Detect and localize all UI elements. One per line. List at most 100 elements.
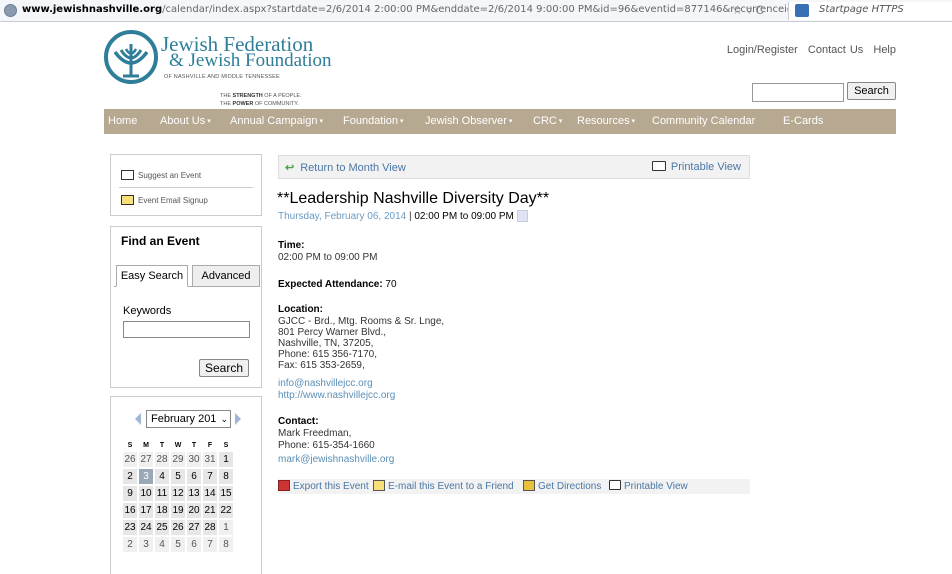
site-logo[interactable]: Jewish Federation & Jewish Foundation OF… — [104, 30, 344, 108]
calendar-day[interactable]: 6 — [187, 469, 201, 484]
export-icon — [278, 480, 290, 491]
nav-item-crc[interactable]: CRC ▾ — [533, 109, 562, 134]
calendar-day[interactable]: 1 — [219, 520, 233, 535]
return-to-month-link[interactable]: ↩ Return to Month View — [285, 161, 406, 174]
bookmark-icon[interactable]: ☆ ▿ C — [732, 3, 764, 17]
calendar-day[interactable]: 6 — [187, 537, 201, 552]
site-search-input[interactable] — [752, 83, 844, 102]
location-website-link[interactable]: http://www.nashvillejcc.org — [278, 390, 395, 401]
calendar-day[interactable]: 27 — [139, 452, 153, 467]
site-search-button[interactable]: Search — [847, 82, 896, 100]
calendar-day[interactable]: 23 — [123, 520, 137, 535]
calendar-day[interactable]: 20 — [187, 503, 201, 518]
mini-calendar: February 201 ⌄ S M T W T F S 26 27 28 29 30 31 1 2 3 4 5 6 7… — [110, 396, 262, 574]
calendar-day[interactable]: 12 — [171, 486, 185, 501]
main-nav: Home About Us ▾ Annual Campaign ▾ Foundation ▾… — [104, 109, 896, 134]
divider — [119, 187, 253, 188]
contact-line: Phone: 615-354-1660 — [278, 440, 375, 451]
nav-item-resources[interactable]: Resources ▾ — [577, 109, 635, 134]
printable-view-link[interactable]: Printable View — [609, 480, 688, 492]
help-link[interactable]: Help — [873, 44, 896, 56]
nav-item-about-us[interactable]: About Us ▾ — [160, 109, 211, 134]
calendar-day[interactable]: 5 — [171, 469, 185, 484]
calendar-day[interactable]: 22 — [219, 503, 233, 518]
location-email-link[interactable]: info@nashvillejcc.org — [278, 378, 373, 389]
location-line: 801 Percy Warner Blvd., — [278, 327, 387, 338]
event-toolbar: ↩ Return to Month View Printable View — [278, 155, 750, 179]
calendar-day[interactable]: 28 — [155, 452, 169, 467]
calendar-day[interactable]: 28 — [203, 520, 217, 535]
tab-advanced[interactable]: Advanced — [192, 265, 260, 287]
calendar-day[interactable]: 8 — [219, 469, 233, 484]
login-register-link[interactable]: Login/Register — [727, 44, 798, 56]
find-event-panel: Find an Event Easy Search Advanced Keywo… — [110, 226, 262, 388]
weekday-header: S — [127, 441, 133, 449]
calendar-day[interactable]: 17 — [139, 503, 153, 518]
event-date: Thursday, February 06, 2014 — [278, 211, 407, 222]
email-friend-link[interactable]: E-mail this Event to a Friend — [373, 480, 514, 492]
contact-label: Contact: — [278, 416, 319, 427]
calendar-day[interactable]: 25 — [155, 520, 169, 535]
calendar-day[interactable]: 16 — [123, 503, 137, 518]
calendar-day[interactable]: 21 — [203, 503, 217, 518]
calendar-day[interactable]: 27 — [187, 520, 201, 535]
calendar-day[interactable]: 31 — [203, 452, 217, 467]
nav-item-jewish-observer[interactable]: Jewish Observer ▾ — [425, 109, 512, 134]
calendar-day[interactable]: 3 — [139, 537, 153, 552]
calendar-day[interactable]: 26 — [171, 520, 185, 535]
prev-month-icon[interactable] — [135, 413, 141, 425]
calendar-day[interactable]: 11 — [155, 486, 169, 501]
keywords-input[interactable] — [123, 321, 250, 338]
calendar-day[interactable]: 26 — [123, 452, 137, 467]
event-search-button[interactable]: Search — [199, 359, 249, 377]
calendar-day[interactable]: 3 — [139, 469, 153, 484]
location-line: GJCC - Brd., Mtg. Rooms & Sr. Lnge, — [278, 316, 445, 327]
calendar-day[interactable]: 18 — [155, 503, 169, 518]
nav-item-home[interactable]: Home — [108, 109, 137, 134]
url-domain: www.jewishnashville.org — [22, 4, 163, 15]
calendar-day[interactable]: 19 — [171, 503, 185, 518]
suggest-event-link[interactable]: Suggest an Event — [121, 170, 253, 180]
calendar-day[interactable]: 8 — [219, 537, 233, 552]
calendar-day[interactable]: 5 — [171, 537, 185, 552]
calendar-day[interactable]: 13 — [187, 486, 201, 501]
address-url[interactable]: www.jewishnashville.org/calendar/index.a… — [22, 4, 808, 15]
calendar-day[interactable]: 7 — [203, 469, 217, 484]
logo-tagline-1: THE STRENGTH OF A PEOPLE. — [220, 93, 302, 99]
contact-email-link[interactable]: mark@jewishnashville.org — [278, 454, 394, 465]
event-email-signup-link[interactable]: Event Email Signup — [121, 195, 253, 205]
calendar-icon[interactable] — [516, 210, 528, 222]
calendar-day[interactable]: 30 — [187, 452, 201, 467]
next-month-icon[interactable] — [235, 413, 241, 425]
calendar-day[interactable]: 14 — [203, 486, 217, 501]
calendar-day[interactable]: 29 — [171, 452, 185, 467]
event-date-line: Thursday, February 06, 2014 | 02:00 PM t… — [278, 210, 528, 222]
nav-item-community-calendar[interactable]: Community Calendar — [652, 109, 755, 134]
printable-view-link-top[interactable]: Printable View — [651, 161, 741, 173]
weekday-header: T — [159, 441, 165, 449]
export-event-link[interactable]: Export this Event — [278, 480, 369, 492]
calendar-day[interactable]: 1 — [219, 452, 233, 467]
nav-item-e-cards[interactable]: E-Cards — [783, 109, 823, 134]
search-engine-icon[interactable] — [795, 4, 809, 17]
nav-item-foundation[interactable]: Foundation ▾ — [343, 109, 404, 134]
calendar-day[interactable]: 2 — [123, 469, 137, 484]
calendar-day[interactable]: 4 — [155, 469, 169, 484]
tab-easy-search[interactable]: Easy Search — [116, 265, 188, 287]
event-title: **Leadership Nashville Diversity Day** — [277, 190, 550, 207]
browser-search-field[interactable]: Startpage HTTPS — [788, 2, 952, 20]
calendar-day[interactable]: 10 — [139, 486, 153, 501]
calendar-day[interactable]: 2 — [123, 537, 137, 552]
contact-us-link[interactable]: Contact Us — [808, 44, 863, 56]
calendar-day[interactable]: 9 — [123, 486, 137, 501]
weekday-header: T — [191, 441, 197, 449]
browser-address-bar: www.jewishnashville.org/calendar/index.a… — [0, 0, 952, 22]
get-directions-link[interactable]: Get Directions — [523, 480, 601, 492]
month-select[interactable]: February 201 ⌄ — [146, 410, 231, 428]
calendar-day[interactable]: 15 — [219, 486, 233, 501]
calendar-day[interactable]: 24 — [139, 520, 153, 535]
calendar-day[interactable]: 4 — [155, 537, 169, 552]
calendar-day[interactable]: 7 — [203, 537, 217, 552]
location-line: Nashville, TN, 37205, — [278, 338, 374, 349]
nav-item-annual-campaign[interactable]: Annual Campaign ▾ — [230, 109, 323, 134]
